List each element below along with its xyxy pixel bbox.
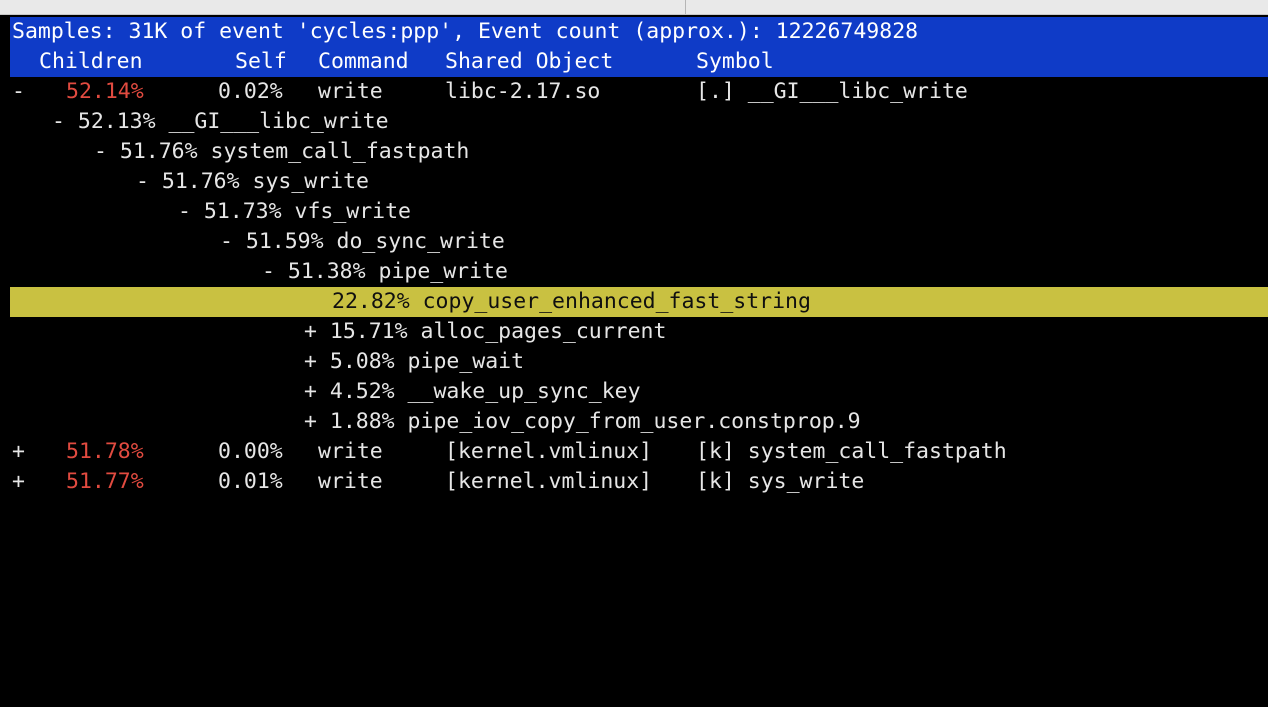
callchain-text: - 51.38% pipe_write	[262, 259, 508, 284]
callchain-text: + 5.08% pipe_wait	[304, 349, 525, 374]
children-percent: 51.78%	[66, 439, 144, 464]
callchain-node[interactable]: - 52.13% __GI___libc_write	[10, 107, 1268, 137]
command-value: write	[318, 79, 383, 104]
callchain-text: - 51.59% do_sync_write	[220, 229, 505, 254]
fold-toggle[interactable]: -	[12, 77, 25, 107]
callchain-node[interactable]: + 4.52% __wake_up_sync_key	[10, 377, 1268, 407]
callchain-text: - 51.73% vfs_write	[178, 199, 411, 224]
callchain-text: - 51.76% system_call_fastpath	[94, 139, 470, 164]
column-header-shared-object[interactable]: Shared Object	[445, 47, 613, 77]
fold-toggle[interactable]: +	[12, 437, 25, 467]
entry-row[interactable]: - 52.14% 0.02% write libc-2.17.so [.] __…	[10, 77, 1268, 107]
callchain-text: + 15.71% alloc_pages_current	[304, 319, 667, 344]
callchain-node[interactable]: + 5.08% pipe_wait	[10, 347, 1268, 377]
callchain-text: - 51.76% sys_write	[136, 169, 369, 194]
callchain-node[interactable]: - 51.76% system_call_fastpath	[10, 137, 1268, 167]
symbol-value: [k] system_call_fastpath	[696, 439, 1007, 464]
column-header-row: Children Self Command Shared Object Symb…	[10, 47, 1268, 77]
self-percent: 0.02%	[218, 79, 283, 104]
callchain-node[interactable]: - 51.73% vfs_write	[10, 197, 1268, 227]
tab-divider	[685, 0, 686, 14]
command-value: write	[318, 439, 383, 464]
samples-summary-bar: Samples: 31K of event 'cycles:ppp', Even…	[10, 17, 1268, 47]
callchain-node-selected[interactable]: 22.82% copy_user_enhanced_fast_string	[10, 287, 1268, 317]
self-percent: 0.01%	[218, 469, 283, 494]
callchain-node[interactable]: - 51.38% pipe_write	[10, 257, 1268, 287]
callchain-node[interactable]: - 51.59% do_sync_write	[10, 227, 1268, 257]
fold-toggle[interactable]: +	[12, 467, 25, 497]
column-header-command[interactable]: Command	[318, 47, 409, 77]
entry-row[interactable]: + 51.78% 0.00% write [kernel.vmlinux] [k…	[10, 437, 1268, 467]
symbol-value: [.] __GI___libc_write	[696, 79, 968, 104]
shared-object-value: libc-2.17.so	[445, 79, 601, 104]
callchain-text: 22.82% copy_user_enhanced_fast_string	[332, 289, 811, 314]
callchain-node[interactable]: + 1.88% pipe_iov_copy_from_user.constpro…	[10, 407, 1268, 437]
command-value: write	[318, 469, 383, 494]
window-titlebar	[0, 0, 1268, 15]
entry-row[interactable]: + 51.77% 0.01% write [kernel.vmlinux] [k…	[10, 467, 1268, 497]
samples-summary: Samples: 31K of event 'cycles:ppp', Even…	[12, 19, 919, 44]
callchain-text: - 52.13% __GI___libc_write	[52, 109, 389, 134]
shared-object-value: [kernel.vmlinux]	[445, 469, 653, 494]
column-header-self[interactable]: Self	[235, 47, 287, 77]
symbol-value: [k] sys_write	[696, 469, 865, 494]
shared-object-value: [kernel.vmlinux]	[445, 439, 653, 464]
callchain-node[interactable]: - 51.76% sys_write	[10, 167, 1268, 197]
column-header-children[interactable]: Children	[39, 47, 143, 77]
callchain-node[interactable]: + 15.71% alloc_pages_current	[10, 317, 1268, 347]
column-header-symbol[interactable]: Symbol	[696, 47, 774, 77]
callchain-text: + 1.88% pipe_iov_copy_from_user.constpro…	[304, 409, 861, 434]
self-percent: 0.00%	[218, 439, 283, 464]
children-percent: 51.77%	[66, 469, 144, 494]
children-percent: 52.14%	[66, 79, 144, 104]
callchain-text: + 4.52% __wake_up_sync_key	[304, 379, 641, 404]
perf-report-terminal[interactable]: Samples: 31K of event 'cycles:ppp', Even…	[10, 17, 1268, 494]
